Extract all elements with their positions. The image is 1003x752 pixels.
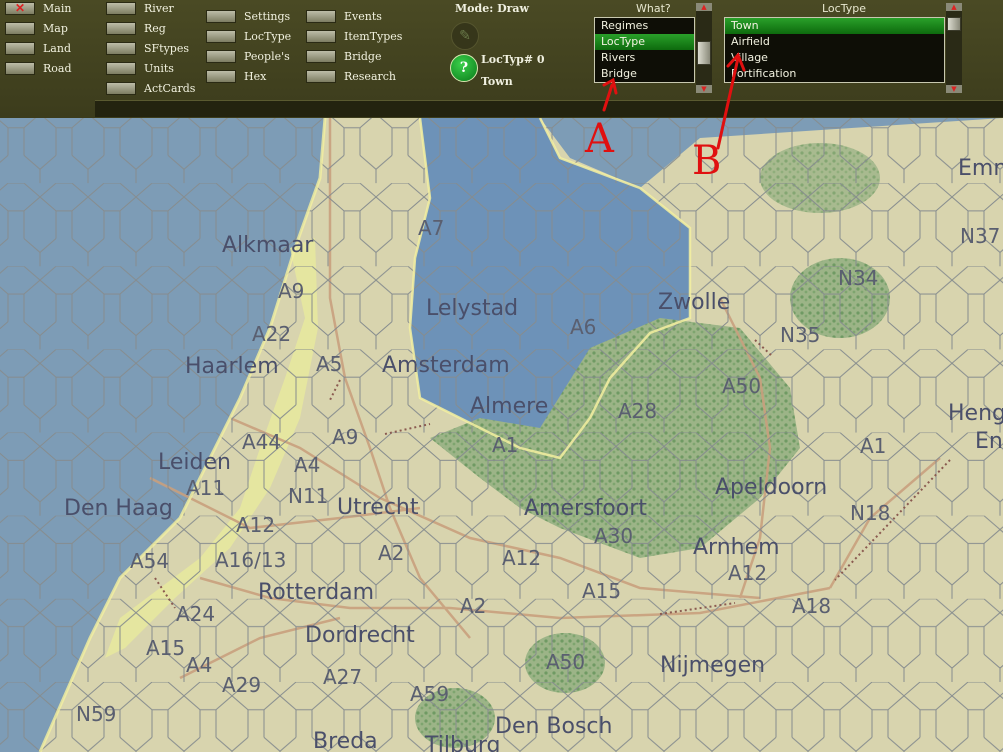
annotation-a: A <box>584 116 615 162</box>
annotation-overlay: A B <box>584 52 746 184</box>
annotation-b: B <box>692 138 721 184</box>
arrow-a-shaft <box>602 83 614 112</box>
annotation-arrows <box>602 52 746 150</box>
arrow-b-shaft <box>716 56 740 150</box>
